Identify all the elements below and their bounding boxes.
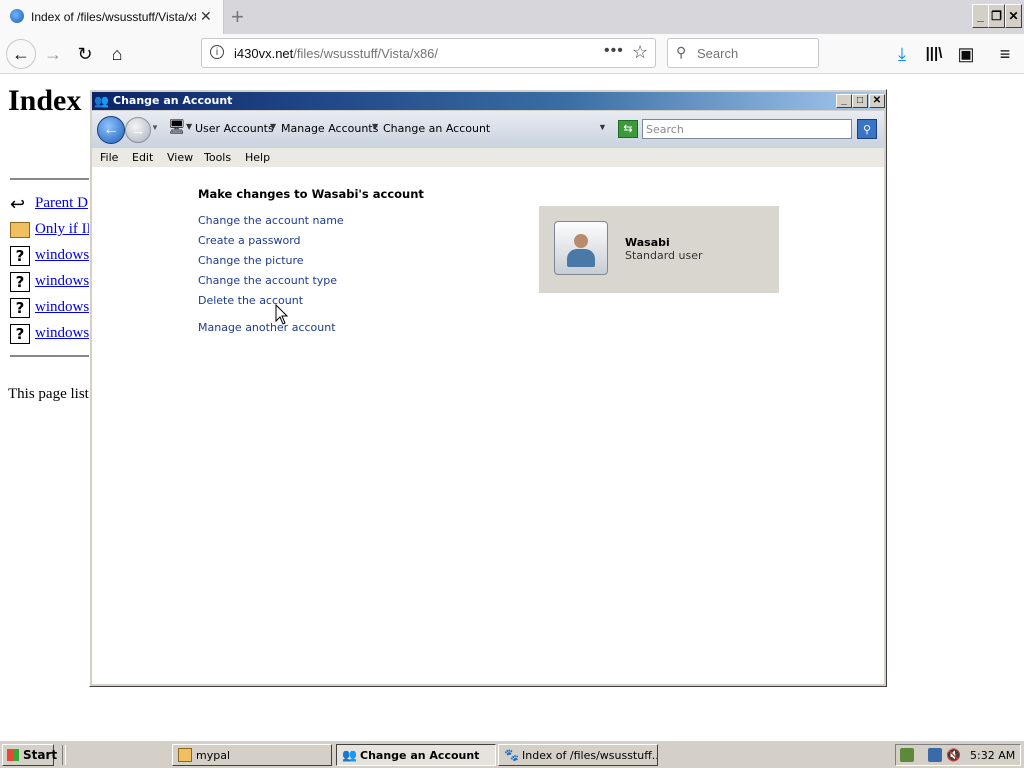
- sidebar-icon[interactable]: ▣: [953, 41, 979, 67]
- volume-muted-icon[interactable]: 🔇: [946, 748, 961, 762]
- close-window-button[interactable]: ✕: [1005, 4, 1022, 28]
- users-icon: 👥: [342, 748, 357, 762]
- maximize-button[interactable]: □: [852, 94, 868, 108]
- download-icon[interactable]: ⤓: [889, 41, 915, 67]
- unknown-file-icon: ?: [10, 298, 30, 318]
- user-shoulders-shape: [567, 249, 595, 267]
- browser-icon: 🐾: [504, 748, 519, 762]
- url-bar[interactable]: i i430vx.net/files/wsusstuff/Vista/x86/ …: [201, 38, 656, 68]
- refresh-icon[interactable]: ⇆: [618, 120, 638, 138]
- back-icon[interactable]: ←: [6, 39, 36, 69]
- chevron-down-icon[interactable]: ▼: [270, 122, 276, 131]
- breadcrumb-item[interactable]: User Accounts: [195, 122, 274, 135]
- content-pane: Make changes to Wasabi's account Change …: [92, 167, 884, 684]
- taskbar-button-change-account[interactable]: 👥 Change an Account: [336, 744, 496, 766]
- taskbar-button-browser[interactable]: 🐾 Index of /files/wsusstuff...: [498, 744, 658, 766]
- search-icon[interactable]: ⚲: [857, 119, 877, 139]
- tab-title: Index of /files/wsusstuff/Vista/x86/: [31, 10, 196, 24]
- info-icon[interactable]: i: [210, 45, 224, 59]
- folder-icon: [178, 748, 192, 762]
- taskbar: Start mypal 👥 Change an Account 🐾 Index …: [0, 740, 1024, 768]
- breadcrumb[interactable]: 🖥 ▼ User Accounts ▼ Manage Accounts ▼ Ch…: [168, 118, 612, 140]
- close-tab-icon[interactable]: ✕: [200, 8, 212, 25]
- change-account-window: 👥 Change an Account _ □ ✕ ← → ▼ 🖥 ▼ User…: [89, 89, 887, 687]
- account-name: Wasabi: [625, 236, 670, 249]
- menu-item-help[interactable]: Help: [245, 151, 270, 164]
- network-icon[interactable]: [928, 748, 942, 762]
- clock[interactable]: 5:32 AM: [970, 749, 1015, 762]
- divider: [10, 178, 90, 180]
- url-text[interactable]: i430vx.net/files/wsusstuff/Vista/x86/: [234, 46, 438, 61]
- browser-search-input[interactable]: ⚲ Search: [667, 38, 819, 68]
- menu-item-tools[interactable]: Tools: [204, 151, 231, 164]
- account-card: Wasabi Standard user: [539, 206, 779, 293]
- address-toolbar: ← → ▼ 🖥 ▼ User Accounts ▼ Manage Account…: [92, 111, 884, 148]
- account-type: Standard user: [625, 249, 703, 262]
- window-titlebar[interactable]: 👥 Change an Account _ □ ✕: [92, 92, 885, 110]
- file-link[interactable]: windows: [35, 247, 89, 264]
- security-shield-icon[interactable]: [900, 748, 914, 762]
- chevron-down-icon[interactable]: ▼: [372, 122, 378, 131]
- new-tab-icon[interactable]: +: [231, 4, 244, 30]
- browser-tab-bar: Index of /files/wsusstuff/Vista/x86/ ✕ +…: [0, 0, 1024, 34]
- parent-dir-icon: ↩: [10, 194, 26, 214]
- folder-link[interactable]: Only if IE: [35, 221, 96, 238]
- bookmark-star-icon[interactable]: ☆: [632, 42, 648, 63]
- chevron-down-icon[interactable]: ▼: [151, 123, 159, 132]
- unknown-file-icon: ?: [10, 324, 30, 344]
- close-button[interactable]: ✕: [869, 94, 885, 108]
- system-tray: 🔇 5:32 AM: [895, 744, 1021, 766]
- unknown-file-icon: ?: [10, 272, 30, 292]
- manage-another-account-link[interactable]: Manage another account: [198, 321, 336, 334]
- create-password-link[interactable]: Create a password: [198, 234, 301, 247]
- quicklaunch-divider: [62, 745, 66, 765]
- windows-logo-icon: [7, 749, 19, 761]
- chevron-down-icon[interactable]: ▼: [186, 122, 192, 131]
- file-link[interactable]: windows: [35, 299, 89, 316]
- unknown-file-icon: ?: [10, 246, 30, 266]
- page-footer-text: This page listi: [8, 386, 93, 402]
- restore-window-button[interactable]: ❐: [988, 4, 1005, 28]
- reload-icon[interactable]: ↻: [72, 41, 98, 67]
- parent-dir-link[interactable]: Parent D: [35, 195, 88, 212]
- browser-toolbar: ← → ↻ ⌂ i i430vx.net/files/wsusstuff/Vis…: [0, 34, 1024, 74]
- change-name-link[interactable]: Change the account name: [198, 214, 344, 227]
- file-link[interactable]: windows: [35, 325, 89, 342]
- home-icon[interactable]: ⌂: [104, 41, 130, 67]
- menu-bar: File Edit View Tools Help: [92, 148, 884, 167]
- page-heading: Index: [8, 84, 82, 117]
- window-title: Change an Account: [113, 94, 233, 107]
- menu-item-edit[interactable]: Edit: [132, 151, 153, 164]
- search-icon: ⚲: [676, 44, 687, 60]
- menu-item-file[interactable]: File: [100, 151, 118, 164]
- control-panel-icon: 🖥: [168, 119, 186, 135]
- start-button[interactable]: Start: [2, 744, 57, 766]
- minimize-window-button[interactable]: _: [972, 4, 989, 28]
- address-dropdown-icon[interactable]: ▼: [598, 122, 607, 132]
- search-input[interactable]: Search: [642, 119, 852, 139]
- more-icon[interactable]: •••: [604, 42, 624, 60]
- taskbar-button-mypal[interactable]: mypal: [172, 744, 332, 766]
- library-icon[interactable]: |||\: [921, 41, 947, 67]
- forward-icon[interactable]: →: [125, 117, 151, 143]
- forward-icon[interactable]: →: [40, 41, 66, 67]
- browser-tab[interactable]: Index of /files/wsusstuff/Vista/x86/ ✕: [0, 0, 224, 34]
- menu-item-view[interactable]: View: [167, 151, 193, 164]
- page-title: Make changes to Wasabi's account: [198, 187, 424, 201]
- back-icon[interactable]: ←: [97, 116, 125, 144]
- divider: [10, 355, 90, 357]
- minimize-button[interactable]: _: [836, 94, 852, 108]
- users-icon: 👥: [94, 94, 109, 108]
- menu-icon[interactable]: ≡: [992, 41, 1018, 67]
- user-head-shape: [574, 234, 588, 248]
- breadcrumb-item[interactable]: Change an Account: [383, 122, 490, 135]
- breadcrumb-item[interactable]: Manage Accounts: [281, 122, 378, 135]
- mouse-cursor-icon: [275, 304, 289, 325]
- file-link[interactable]: windows: [35, 273, 89, 290]
- change-picture-link[interactable]: Change the picture: [198, 254, 304, 267]
- globe-icon: [10, 9, 24, 23]
- folder-icon: [10, 222, 30, 238]
- change-account-type-link[interactable]: Change the account type: [198, 274, 337, 287]
- avatar: [554, 221, 608, 275]
